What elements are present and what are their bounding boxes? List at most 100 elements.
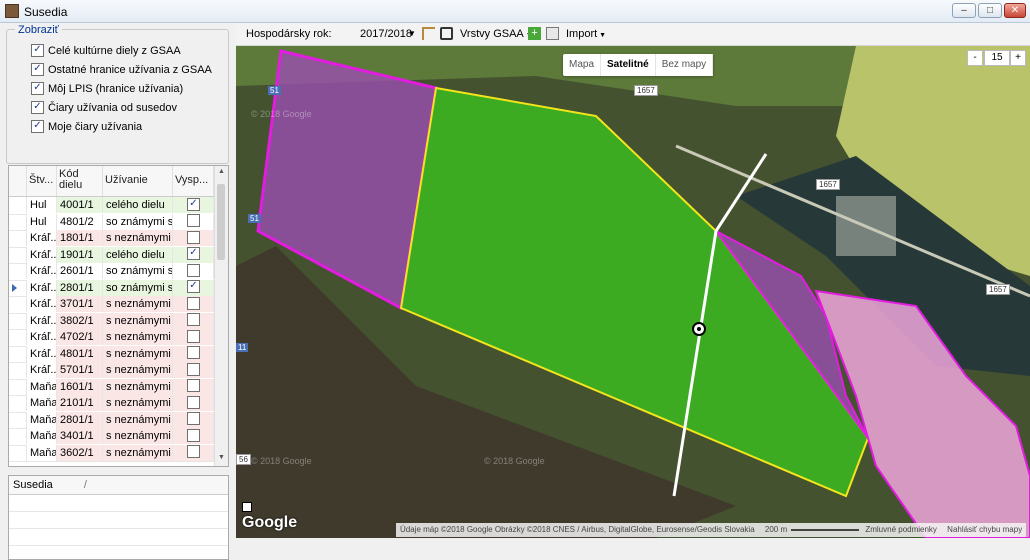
table-row[interactable]: Kráľ...3802/1s neznámymi ... (9, 312, 214, 330)
cell-vysp (173, 378, 214, 395)
unchecked-checkbox-icon[interactable] (187, 428, 200, 442)
unchecked-checkbox-icon[interactable] (187, 329, 200, 343)
unchecked-checkbox-icon[interactable] (187, 230, 200, 244)
table-row[interactable]: Maňa2101/1s neznámymi ... (9, 395, 214, 413)
table-row[interactable]: Kráľ...3701/1s neznámymi ... (9, 296, 214, 314)
row-selector (9, 362, 27, 378)
row-selector (9, 246, 27, 263)
table-row[interactable]: Kráľ...2801/1so známymi s... ✓ (9, 279, 214, 297)
check-icon[interactable]: ✓ (31, 119, 44, 133)
unchecked-checkbox-icon[interactable] (187, 313, 200, 327)
google-logo: Google (242, 514, 298, 531)
unchecked-checkbox-icon[interactable] (187, 346, 200, 360)
table-row[interactable]: Kráľ...2601/1so známymi s... (9, 263, 214, 281)
scroll-down-icon[interactable]: ▼ (218, 454, 225, 461)
map-selection-checkbox[interactable] (242, 502, 252, 512)
layers-menu[interactable]: Vrstvy GSAA ▼ (460, 28, 533, 40)
cell-stv: Kráľ... (27, 279, 57, 296)
unchecked-checkbox-icon[interactable] (187, 395, 200, 409)
table-scrollbar[interactable]: ▲ ▼ (214, 166, 228, 466)
column-header-kod[interactable]: Kód dielu (57, 166, 103, 196)
unchecked-checkbox-icon[interactable] (187, 412, 200, 426)
unchecked-checkbox-icon[interactable] (187, 214, 200, 228)
table-row[interactable]: Maňa3401/1s neznámymi ... (9, 428, 214, 446)
unchecked-checkbox-icon[interactable] (187, 379, 200, 393)
checkbox-neighbor-lines[interactable]: ✓ Čiary užívania od susedov (31, 100, 177, 116)
window-title: Susedia (24, 5, 68, 19)
cell-uzivanie: so známymi s... (103, 213, 173, 230)
table-row[interactable]: Kráľ...1801/1s neznámymi ... (9, 230, 214, 248)
select-area-icon[interactable] (440, 27, 453, 40)
map-watermark: © 2018 Google (251, 109, 312, 119)
scroll-up-icon[interactable]: ▲ (218, 168, 225, 175)
year-select[interactable]: 2017/2018 (360, 28, 412, 40)
road-label: 1657 (986, 284, 1010, 295)
cell-kod: 2801/1 (57, 279, 103, 296)
map-toolbar: Hospodársky rok: 2017/2018 ▼ Vrstvy GSAA… (236, 23, 1030, 46)
cell-uzivanie: celého dielu (103, 197, 173, 213)
check-icon[interactable]: ✓ (31, 43, 44, 57)
checkbox-other-boundaries[interactable]: ✓ Ostatné hranice užívania z GSAA (31, 62, 212, 78)
cell-uzivanie: s neznámymi ... (103, 345, 173, 362)
add-icon[interactable]: + (528, 27, 541, 40)
table-row[interactable]: Kráľ... 1901/1 celého dielu ✓ (9, 246, 214, 264)
table-row[interactable]: Hul4801/2so známymi s... (9, 213, 214, 231)
terms-link[interactable]: Zmluvné podmienky (861, 525, 941, 534)
import-menu[interactable]: Import ▼ (566, 28, 606, 40)
zoom-level-field[interactable]: 15 (984, 50, 1010, 66)
table-row[interactable]: Maňa1601/1s neznámymi ... (9, 378, 214, 396)
unchecked-checkbox-icon[interactable] (187, 362, 200, 376)
cell-vysp (173, 263, 214, 279)
cell-kod: 4801/1 (57, 345, 103, 362)
table-row[interactable]: Kráľ...5701/1s neznámymi ... (9, 362, 214, 380)
column-header-vysp[interactable]: Vysp... (173, 166, 214, 196)
checkbox-my-lines[interactable]: ✓ Moje čiary užívania (31, 119, 142, 135)
road-label: 1657 (816, 179, 840, 190)
column-header-stv[interactable]: Štv... (27, 166, 57, 196)
table-row[interactable]: Maňa3602/1s neznámymi ... (9, 444, 214, 462)
cell-kod: 2101/1 (57, 395, 103, 411)
map-footer: Údaje máp ©2018 Google Obrázky ©2018 CNE… (396, 523, 1027, 537)
checked-checkbox-icon[interactable]: ✓ (187, 197, 200, 211)
table-row[interactable]: Kráľ...4801/1s neznámymi ... (9, 345, 214, 363)
chevron-down-icon[interactable]: ▼ (408, 29, 416, 38)
checkbox-whole-parcels[interactable]: ✓ Celé kultúrne diely z GSAA (31, 43, 181, 59)
map-type-none[interactable]: Bez mapy (656, 54, 714, 76)
check-icon[interactable]: ✓ (31, 81, 44, 95)
unchecked-checkbox-icon[interactable] (187, 296, 200, 310)
row-selector (9, 230, 27, 246)
satellite-map[interactable] (236, 46, 1030, 538)
zoom-in-button[interactable]: + (1010, 50, 1026, 66)
checkbox-my-lpis[interactable]: ✓ Môj LPIS (hranice užívania) (31, 81, 183, 97)
maximize-button[interactable]: □ (978, 3, 1002, 18)
map-type-map[interactable]: Mapa (563, 54, 602, 76)
unchecked-checkbox-icon[interactable] (187, 445, 200, 459)
map-view[interactable]: Mapa Satelitné Bez mapy - 15 + 1657 1657… (236, 46, 1030, 538)
check-icon[interactable]: ✓ (31, 62, 44, 76)
close-button[interactable]: ✕ (1004, 3, 1026, 18)
cell-stv: Maňa (27, 428, 57, 444)
column-header-uzivanie[interactable]: Užívanie (103, 166, 173, 196)
row-selector (9, 312, 27, 329)
map-type-satellite[interactable]: Satelitné (601, 54, 656, 76)
unchecked-checkbox-icon[interactable] (187, 263, 200, 277)
cell-uzivanie: s neznámymi ... (103, 296, 173, 312)
table-row[interactable]: Hul 4001/1 celého dielu ✓ (9, 197, 214, 215)
ruler-icon[interactable] (422, 27, 435, 40)
table-header: Štv... Kód dielu Užívanie Vysp... (9, 166, 214, 197)
table-row[interactable]: Maňa2801/1s neznámymi ... (9, 411, 214, 429)
cell-uzivanie: so známymi s... (103, 263, 173, 279)
scroll-thumb[interactable] (217, 184, 225, 260)
cell-stv: Kráľ... (27, 246, 57, 263)
checked-checkbox-icon[interactable]: ✓ (187, 280, 200, 294)
cell-stv: Maňa (27, 444, 57, 461)
zoom-out-button[interactable]: - (967, 50, 983, 66)
table-row[interactable]: Kráľ...4702/1s neznámymi ... (9, 329, 214, 347)
neighbors-header[interactable]: Susedia / (9, 476, 228, 495)
lock-icon[interactable] (546, 27, 559, 40)
checked-checkbox-icon[interactable]: ✓ (187, 247, 200, 261)
check-icon[interactable]: ✓ (31, 100, 44, 114)
cell-stv: Kráľ... (27, 230, 57, 246)
minimize-button[interactable]: – (952, 3, 976, 18)
report-error-link[interactable]: Nahlásiť chybu mapy (943, 525, 1026, 534)
